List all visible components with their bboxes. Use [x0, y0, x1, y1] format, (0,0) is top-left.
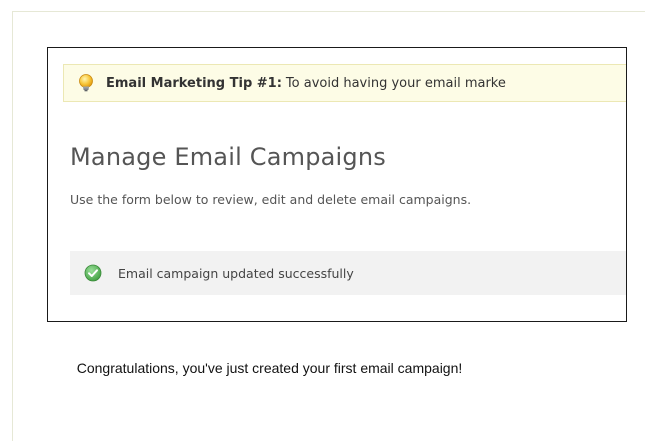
success-message-text: Email campaign updated successfully: [118, 265, 354, 281]
tip-title: Email Marketing Tip #1:: [106, 75, 282, 91]
tip-banner: Email Marketing Tip #1: To avoid having …: [63, 64, 626, 102]
lightbulb-icon: [76, 73, 96, 93]
page-title: Manage Email Campaigns: [70, 143, 386, 171]
page-description: Use the form below to review, edit and d…: [70, 192, 472, 207]
success-message-bar: Email campaign updated successfully: [70, 251, 626, 295]
caption-text: Congratulations, you've just created you…: [76, 360, 463, 376]
check-circle-icon: [84, 264, 102, 282]
embedded-screenshot: Email Marketing Tip #1: To avoid having …: [47, 47, 627, 322]
tip-text: To avoid having your email marke: [285, 75, 506, 91]
